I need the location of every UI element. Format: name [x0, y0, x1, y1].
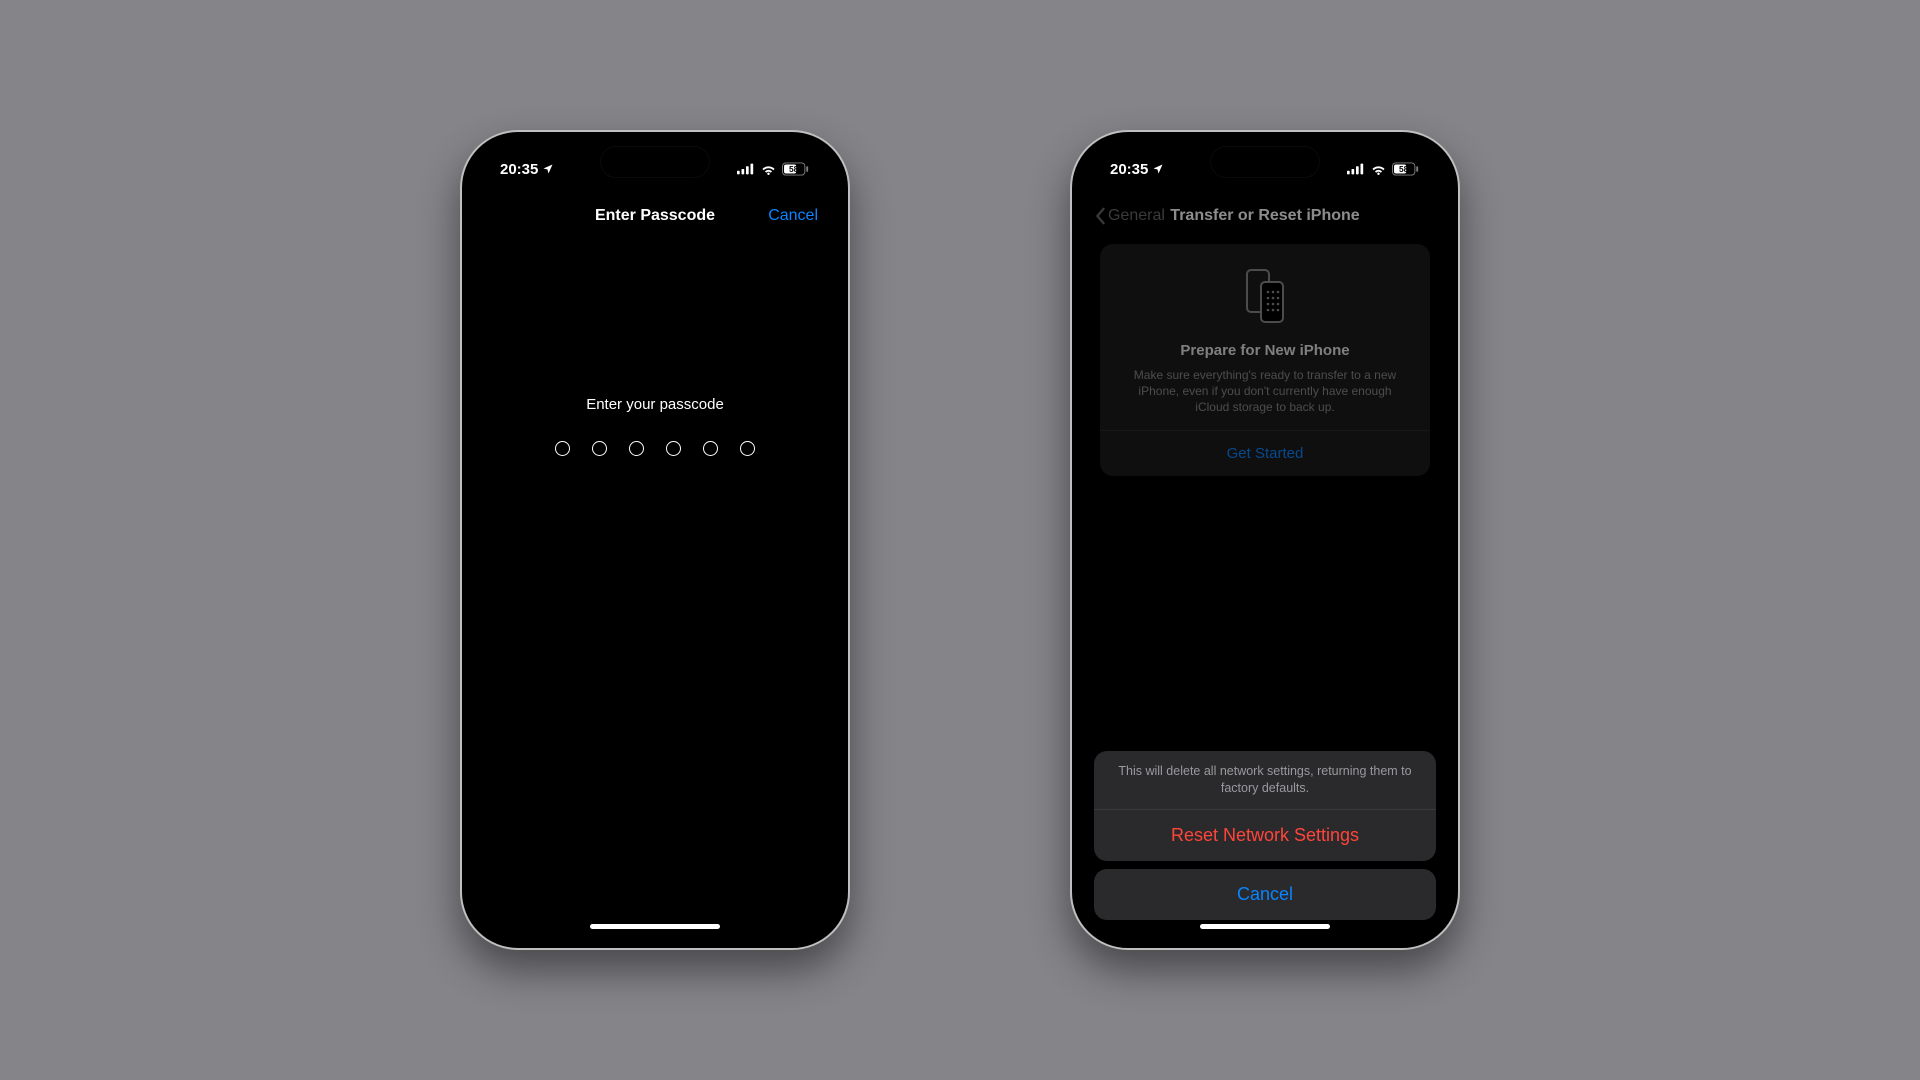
back-button[interactable]: General: [1094, 207, 1165, 225]
wifi-icon: [1370, 163, 1387, 175]
screen-1: 20:35 58 Enter Passcode Cancel: [472, 142, 838, 938]
status-time: 20:35: [1110, 161, 1148, 178]
dimmed-background: General Transfer or Reset iPhone Prepare…: [1082, 196, 1448, 476]
passcode-dot: [740, 441, 755, 456]
nav-title: Enter Passcode: [595, 207, 715, 225]
nav-bar: General Transfer or Reset iPhone: [1082, 196, 1448, 236]
passcode-dot: [666, 441, 681, 456]
nav-title: Transfer or Reset iPhone: [1170, 207, 1359, 225]
location-icon: [1152, 163, 1164, 175]
cancel-button[interactable]: Cancel: [768, 207, 818, 225]
passcode-area: Enter your passcode: [472, 396, 838, 456]
action-sheet-message: This will delete all network settings, r…: [1094, 751, 1436, 810]
passcode-dot: [592, 441, 607, 456]
cellular-icon: [1347, 163, 1365, 175]
home-indicator[interactable]: [590, 924, 720, 929]
back-label: General: [1108, 207, 1165, 225]
passcode-dot: [629, 441, 644, 456]
action-sheet-group: This will delete all network settings, r…: [1094, 751, 1436, 861]
two-iphones-icon: [1238, 266, 1292, 326]
reset-network-settings-button[interactable]: Reset Network Settings: [1094, 810, 1436, 861]
battery-icon: 58: [782, 162, 810, 176]
passcode-prompt: Enter your passcode: [472, 396, 838, 413]
passcode-dot: [703, 441, 718, 456]
iphone-mockup-2: 20:35 58: [1070, 130, 1460, 950]
prepare-description: Make sure everything's ready to transfer…: [1112, 367, 1418, 416]
wifi-icon: [760, 163, 777, 175]
location-icon: [542, 163, 554, 175]
dynamic-island: [600, 146, 710, 178]
chevron-left-icon: [1094, 207, 1106, 225]
passcode-dots[interactable]: [472, 441, 838, 456]
screen-2: 20:35 58: [1082, 142, 1448, 938]
home-indicator[interactable]: [1200, 924, 1330, 929]
action-sheet: This will delete all network settings, r…: [1094, 751, 1436, 920]
iphone-mockup-1: 20:35 58 Enter Passcode Cancel: [460, 130, 850, 950]
nav-bar: Enter Passcode Cancel: [472, 196, 838, 236]
prepare-card: Prepare for New iPhone Make sure everyth…: [1100, 244, 1430, 476]
get-started-button[interactable]: Get Started: [1112, 431, 1418, 476]
cellular-icon: [737, 163, 755, 175]
passcode-dot: [555, 441, 570, 456]
battery-level-text: 58: [789, 164, 799, 174]
dynamic-island: [1210, 146, 1320, 178]
prepare-title: Prepare for New iPhone: [1112, 342, 1418, 359]
svg-text:58: 58: [1399, 164, 1409, 174]
status-time: 20:35: [500, 161, 538, 178]
battery-icon: 58: [1392, 162, 1420, 176]
action-sheet-cancel-button[interactable]: Cancel: [1094, 869, 1436, 920]
